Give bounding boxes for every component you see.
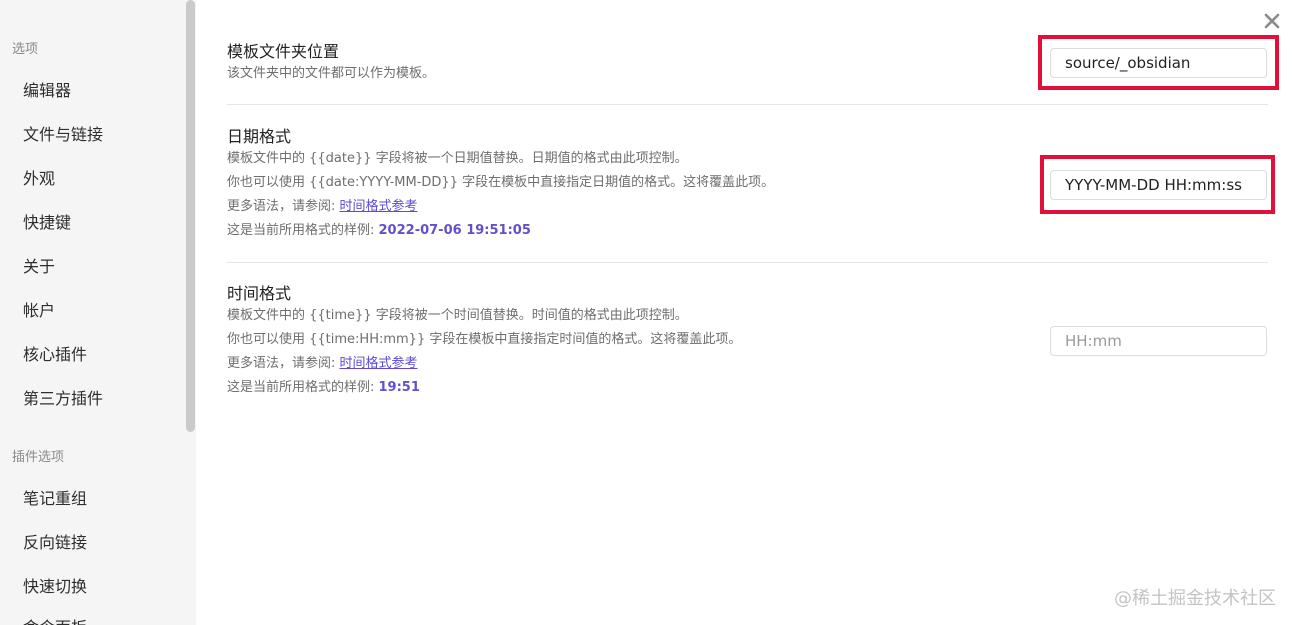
setting-time-format: 时间格式 模板文件中的 {{time}} 字段将被一个时间值替换。时间值的格式由… xyxy=(227,284,741,400)
sidebar-item-about[interactable]: 关于 xyxy=(23,253,55,277)
setting-title: 时间格式 xyxy=(227,284,292,303)
sample-label: 这是当前所用格式的样例: xyxy=(227,380,379,395)
desc-line: 更多语法，请参阅: 时间格式参考 xyxy=(227,195,774,219)
sidebar-item-note-composer[interactable]: 笔记重组 xyxy=(23,485,87,509)
settings-sidebar: 选项 编辑器 文件与链接 外观 快捷键 关于 帐户 核心插件 第三方插件 插件选… xyxy=(0,0,196,625)
sidebar-item-command-palette[interactable]: 命令面板 xyxy=(23,614,87,625)
sidebar-item-core-plugins[interactable]: 核心插件 xyxy=(23,341,87,365)
time-format-input[interactable] xyxy=(1050,326,1267,356)
date-sample-value: 2022-07-06 19:51:05 xyxy=(378,223,531,238)
setting-date-format: 日期格式 模板文件中的 {{date}} 字段将被一个日期值替换。日期值的格式由… xyxy=(227,127,774,243)
desc-line: 你也可以使用 {{time:HH:mm}} 字段在模板中直接指定时间值的格式。这… xyxy=(227,332,742,347)
sidebar-item-editor[interactable]: 编辑器 xyxy=(23,77,71,101)
time-sample-value: 19:51 xyxy=(378,380,420,395)
sidebar-heading-options: 选项 xyxy=(12,42,39,57)
format-reference-link[interactable]: 时间格式参考 xyxy=(340,356,418,371)
divider xyxy=(227,262,1268,263)
sidebar-item-files-links[interactable]: 文件与链接 xyxy=(23,121,103,145)
more-syntax-label: 更多语法，请参阅: xyxy=(227,199,340,214)
setting-template-folder: 模板文件夹位置 该文件夹中的文件都可以作为模板。 xyxy=(227,42,435,86)
desc-line: 该文件夹中的文件都可以作为模板。 xyxy=(227,66,436,81)
desc-line: 模板文件中的 {{date}} 字段将被一个日期值替换。日期值的格式由此项控制。 xyxy=(227,151,688,166)
setting-description: 该文件夹中的文件都可以作为模板。 xyxy=(227,62,435,86)
settings-modal: 选项 编辑器 文件与链接 外观 快捷键 关于 帐户 核心插件 第三方插件 插件选… xyxy=(0,0,1294,625)
watermark: @稀土掘金技术社区 xyxy=(1114,588,1276,609)
close-icon[interactable] xyxy=(1262,11,1282,31)
desc-line: 模板文件中的 {{time}} 字段将被一个时间值替换。时间值的格式由此项控制。 xyxy=(227,308,688,323)
sidebar-item-account[interactable]: 帐户 xyxy=(23,297,55,321)
date-format-input[interactable] xyxy=(1050,170,1267,200)
more-syntax-label: 更多语法，请参阅: xyxy=(227,356,340,371)
sidebar-item-appearance[interactable]: 外观 xyxy=(23,165,55,189)
desc-line: 你也可以使用 {{date:YYYY-MM-DD}} 字段在模板中直接指定日期值… xyxy=(227,175,775,190)
desc-line: 这是当前所用格式的样例: 2022-07-06 19:51:05 xyxy=(227,219,774,243)
sidebar-item-hotkeys[interactable]: 快捷键 xyxy=(23,209,71,233)
sidebar-heading-plugin-options: 插件选项 xyxy=(12,450,65,465)
sample-label: 这是当前所用格式的样例: xyxy=(227,223,379,238)
sidebar-item-community-plugins[interactable]: 第三方插件 xyxy=(23,385,103,409)
sidebar-scrollbar[interactable] xyxy=(186,0,195,432)
divider xyxy=(227,104,1268,105)
format-reference-link[interactable]: 时间格式参考 xyxy=(340,199,418,214)
setting-title: 日期格式 xyxy=(227,127,292,146)
setting-title: 模板文件夹位置 xyxy=(227,42,340,61)
desc-line: 更多语法，请参阅: 时间格式参考 xyxy=(227,352,741,376)
sidebar-item-backlinks[interactable]: 反向链接 xyxy=(23,529,87,553)
sidebar-item-quick-switcher[interactable]: 快速切换 xyxy=(23,573,87,597)
setting-description: 模板文件中的 {{time}} 字段将被一个时间值替换。时间值的格式由此项控制。… xyxy=(227,304,741,400)
setting-description: 模板文件中的 {{date}} 字段将被一个日期值替换。日期值的格式由此项控制。… xyxy=(227,147,774,243)
desc-line: 这是当前所用格式的样例: 19:51 xyxy=(227,376,741,400)
template-folder-input[interactable] xyxy=(1050,48,1267,78)
